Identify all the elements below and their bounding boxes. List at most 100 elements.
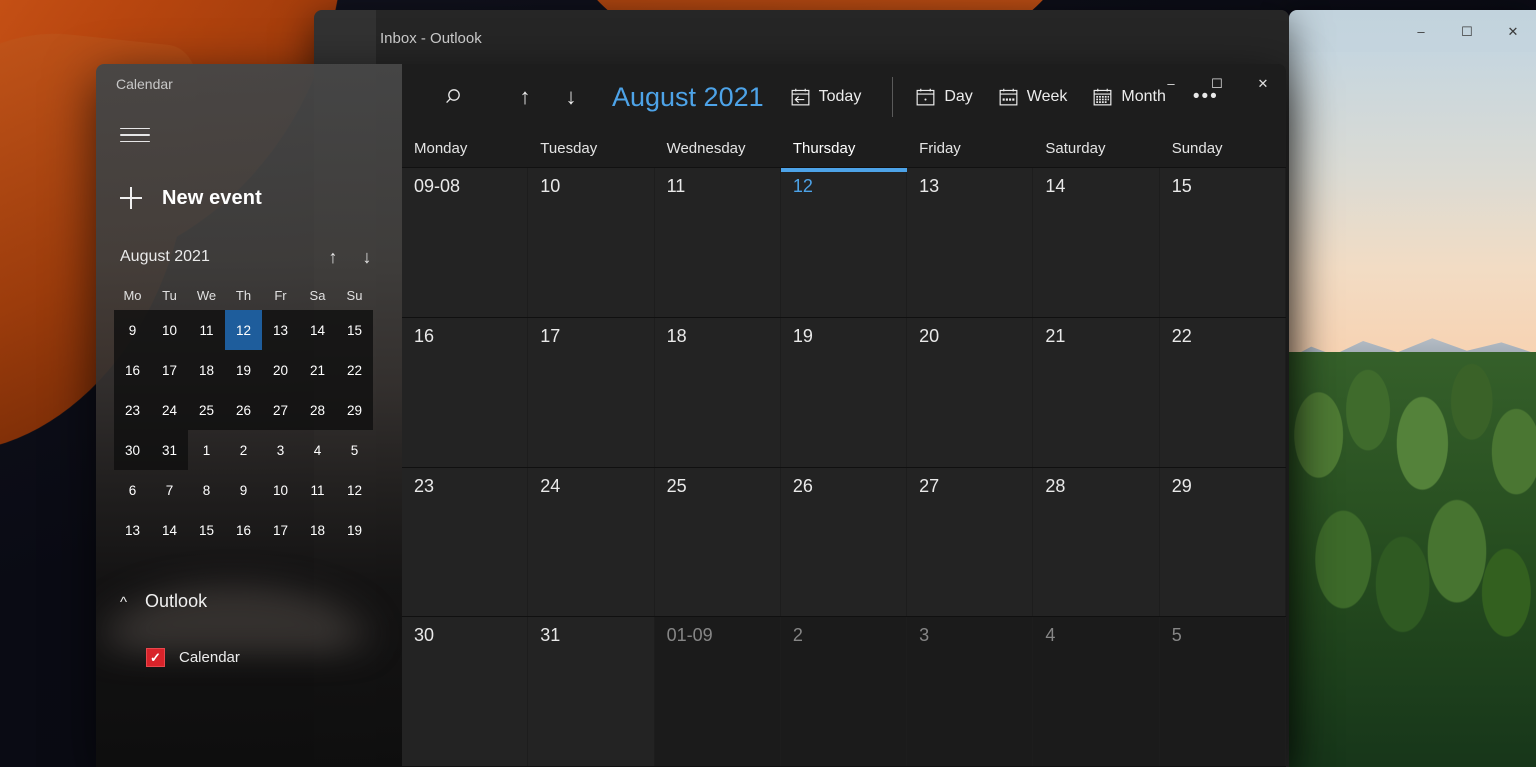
photos-window[interactable]: – ☐ ✕	[1289, 10, 1536, 767]
previous-month-icon[interactable]: ↑	[502, 74, 548, 120]
calendar-day-cell[interactable]: 01-09	[654, 617, 781, 766]
mini-calendar-day[interactable]: 9	[114, 310, 151, 350]
maximize-icon[interactable]: ☐	[1194, 64, 1240, 102]
mini-calendar-day[interactable]: 25	[188, 390, 225, 430]
month-calendar-icon	[1093, 88, 1112, 106]
calendar-day-cell[interactable]: 09-08	[402, 168, 529, 317]
calendar-day-cell[interactable]: 26	[780, 467, 908, 617]
mini-calendar-day[interactable]: 15	[188, 510, 225, 550]
calendar-day-cell[interactable]: 3	[907, 617, 1034, 766]
calendar-day-cell[interactable]: 16	[402, 317, 529, 467]
calendar-day-cell[interactable]: 13	[907, 168, 1034, 317]
calendar-day-cell[interactable]: 22	[1159, 317, 1286, 467]
mini-calendar-next-icon[interactable]: ↓	[350, 240, 384, 274]
calendar-day-cell[interactable]: 11	[654, 168, 781, 317]
calendar-day-cell[interactable]: 24	[528, 467, 655, 617]
mini-calendar-day[interactable]: 11	[299, 470, 336, 510]
calendar-day-number: 30	[414, 625, 435, 646]
mini-calendar-week-row: 30 31 1 2 3 4 5	[114, 430, 384, 470]
today-button[interactable]: Today	[778, 75, 875, 119]
week-view-button[interactable]: Week	[986, 75, 1081, 119]
close-icon[interactable]: ✕	[1240, 64, 1286, 102]
calendar-list-item[interactable]: ✓ Calendar	[114, 640, 384, 674]
calendar-day-cell[interactable]: 31	[528, 617, 655, 766]
mini-calendar-day[interactable]: 18	[188, 350, 225, 390]
mini-calendar-day[interactable]: 16	[114, 350, 151, 390]
calendar-day-cell[interactable]: 25	[654, 467, 781, 617]
mini-calendar-day[interactable]: 12	[336, 470, 373, 510]
calendar-day-cell[interactable]: 4	[1033, 617, 1160, 766]
mini-calendar-day[interactable]: 10	[151, 310, 188, 350]
calendar-day-cell[interactable]: 20	[907, 317, 1034, 467]
chevron-up-icon[interactable]: ^	[120, 595, 127, 610]
mini-calendar-day[interactable]: 28	[299, 390, 336, 430]
mini-calendar-day[interactable]: 17	[262, 510, 299, 550]
calendar-day-cell[interactable]: 23	[402, 467, 529, 617]
calendar-day-cell[interactable]: 18	[654, 317, 781, 467]
mini-calendar-day[interactable]: 7	[151, 470, 188, 510]
mini-calendar-day[interactable]: 16	[225, 510, 262, 550]
mini-calendar-day[interactable]: 6	[114, 470, 151, 510]
mini-calendar-day[interactable]: 23	[114, 390, 151, 430]
mini-calendar-day[interactable]: 8	[188, 470, 225, 510]
calendar-day-cell[interactable]: 21	[1033, 317, 1160, 467]
next-month-icon[interactable]: ↓	[548, 74, 594, 120]
mini-calendar-day[interactable]: 20	[262, 350, 299, 390]
calendar-day-cell[interactable]: 19	[780, 317, 908, 467]
mini-calendar-day[interactable]: 3	[262, 430, 299, 470]
mini-calendar-day[interactable]: 22	[336, 350, 373, 390]
calendar-day-cell[interactable]: 17	[528, 317, 655, 467]
mini-calendar-day[interactable]: 31	[151, 430, 188, 470]
mini-calendar-day[interactable]: 4	[299, 430, 336, 470]
calendar-day-cell[interactable]: 14	[1033, 168, 1160, 317]
maximize-icon[interactable]: ☐	[1444, 15, 1490, 47]
mini-calendar-day[interactable]: 19	[225, 350, 262, 390]
calendar-day-cell[interactable]: 5	[1159, 617, 1286, 766]
mini-calendar-day[interactable]: 11	[188, 310, 225, 350]
calendar-day-cell[interactable]: 27	[907, 467, 1034, 617]
mini-calendar-day[interactable]: 24	[151, 390, 188, 430]
new-event-button[interactable]: New event	[110, 178, 402, 218]
mini-calendar-day[interactable]: 26	[225, 390, 262, 430]
calendar-day-number: 09-08	[414, 176, 461, 196]
mini-calendar-day[interactable]: 14	[151, 510, 188, 550]
mini-calendar-selected-day[interactable]: 12	[225, 310, 262, 350]
calendar-day-cell[interactable]: 10	[528, 168, 655, 317]
mini-calendar-day[interactable]: 18	[299, 510, 336, 550]
mini-calendar-day[interactable]: 30	[114, 430, 151, 470]
mini-calendar-day[interactable]: 14	[299, 310, 336, 350]
calendar-day-cell[interactable]: 2	[780, 617, 908, 766]
mini-calendar-day[interactable]: 5	[336, 430, 373, 470]
photo-image	[1289, 52, 1536, 767]
mini-calendar-day[interactable]: 2	[225, 430, 262, 470]
mini-calendar-prev-icon[interactable]: ↑	[316, 240, 350, 274]
minimize-icon[interactable]: –	[1148, 64, 1194, 102]
mini-calendar-day[interactable]: 27	[262, 390, 299, 430]
calendar-day-cell[interactable]: 29	[1159, 467, 1286, 617]
calendar-day-cell[interactable]: 28	[1033, 467, 1160, 617]
calendar-day-cell[interactable]: 30	[402, 617, 529, 766]
mini-calendar-day[interactable]: 10	[262, 470, 299, 510]
calendar-day-cell[interactable]: 15	[1159, 168, 1286, 317]
hamburger-icon[interactable]	[114, 118, 156, 152]
mini-calendar-day[interactable]: 13	[114, 510, 151, 550]
calendar-day-cell[interactable]: 12	[780, 168, 908, 317]
mini-calendar-day[interactable]: 1	[188, 430, 225, 470]
day-view-button[interactable]: Day	[903, 75, 985, 119]
mini-calendar-day[interactable]: 9	[225, 470, 262, 510]
calendar-week-row: 16 17 18 19 20 21 22	[402, 317, 1286, 468]
mini-calendar-day[interactable]: 15	[336, 310, 373, 350]
mini-calendar-day[interactable]: 29	[336, 390, 373, 430]
minimize-icon[interactable]: –	[1398, 15, 1444, 47]
account-group-header[interactable]: ^ Outlook	[114, 584, 384, 618]
search-icon[interactable]	[432, 74, 478, 120]
calendar-window[interactable]: Calendar New event August 2021 ↑ ↓ Mo Tu W…	[96, 64, 1286, 767]
calendar-day-number: 25	[666, 475, 687, 496]
mini-calendar-day[interactable]: 17	[151, 350, 188, 390]
mini-calendar-day[interactable]: 13	[262, 310, 299, 350]
calendar-main-pane: ↑ ↓ August 2021 Today Day Week Month •••…	[402, 64, 1286, 767]
mini-calendar-day[interactable]: 21	[299, 350, 336, 390]
close-icon[interactable]: ✕	[1490, 15, 1536, 47]
calendar-checkbox[interactable]: ✓	[146, 647, 165, 667]
mini-calendar-day[interactable]: 19	[336, 510, 373, 550]
